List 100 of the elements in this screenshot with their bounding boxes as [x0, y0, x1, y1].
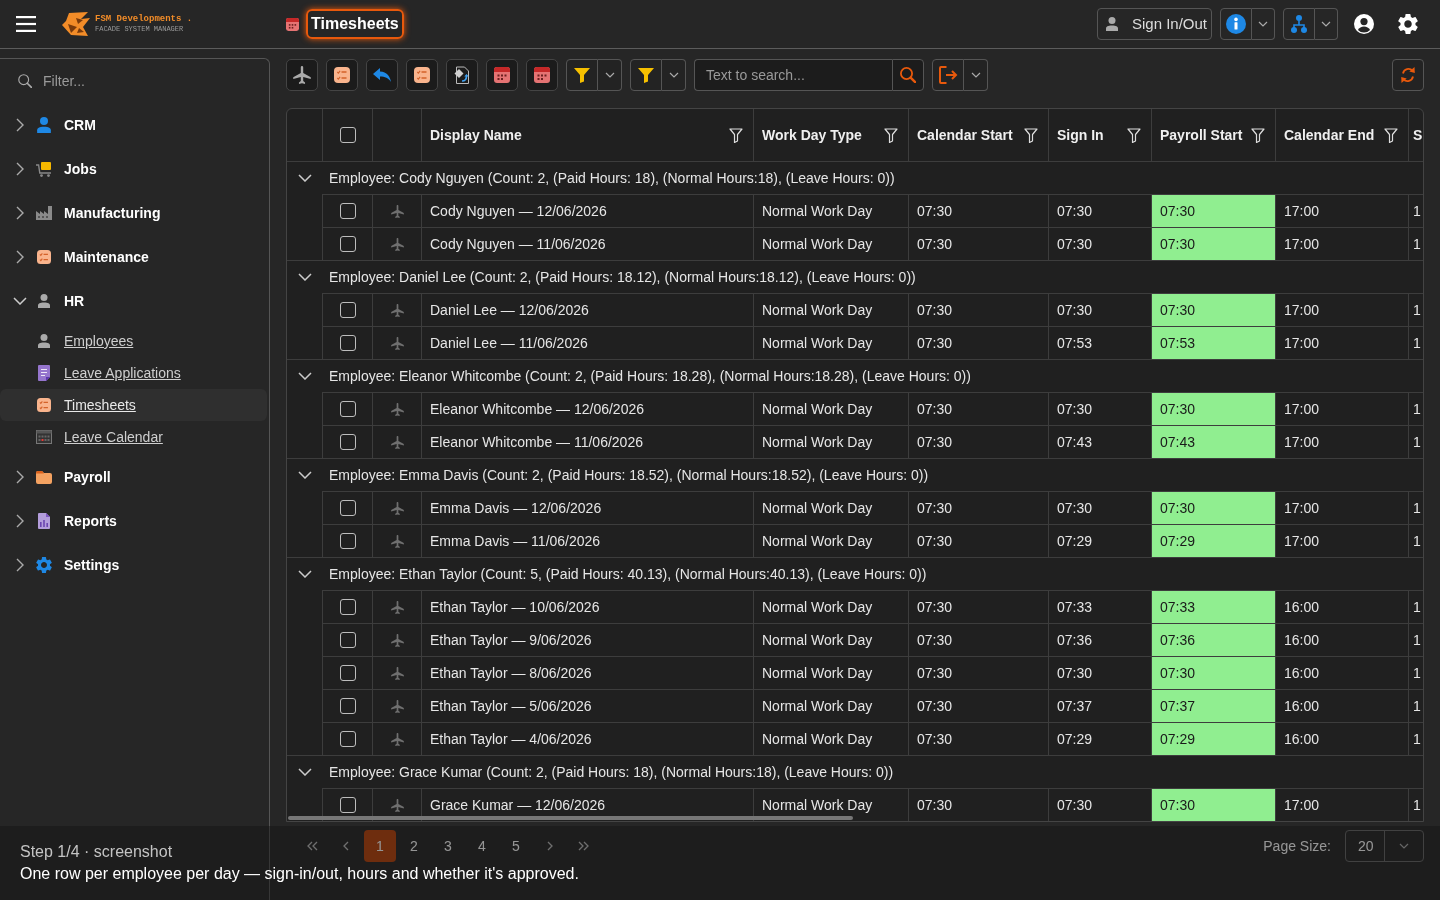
- table-cell-text: 1: [1412, 399, 1422, 419]
- filter-button[interactable]: [566, 59, 598, 91]
- filter-icon[interactable]: [884, 127, 898, 143]
- chevron-down-icon[interactable]: [13, 297, 27, 305]
- chevron-right-icon[interactable]: [16, 558, 24, 572]
- checkbox[interactable]: [339, 698, 356, 714]
- checkbox[interactable]: [339, 335, 356, 351]
- calendar-button[interactable]: [486, 59, 518, 91]
- reply-button[interactable]: [366, 59, 398, 91]
- document-button[interactable]: [446, 59, 478, 91]
- checkbox[interactable]: [339, 236, 356, 252]
- filter-button[interactable]: [630, 59, 662, 91]
- checkbox[interactable]: [339, 203, 356, 219]
- table-cell: 07:30: [909, 525, 1049, 557]
- chevron-right-icon[interactable]: [16, 206, 24, 220]
- chevron-right-icon[interactable]: [16, 118, 24, 132]
- checkbox[interactable]: [339, 797, 356, 813]
- table-cell: 16:00: [1276, 591, 1409, 623]
- sidebar-item[interactable]: Jobs: [0, 147, 269, 191]
- sidebar-item[interactable]: Payroll: [0, 455, 269, 499]
- sidebar-subitem[interactable]: Leave Calendar: [0, 421, 267, 453]
- filter-icon[interactable]: [1024, 127, 1038, 143]
- checkbox[interactable]: [339, 665, 356, 681]
- checkbox[interactable]: [339, 127, 356, 143]
- search-button[interactable]: [892, 59, 924, 91]
- filter-icon[interactable]: [729, 127, 743, 143]
- sidebar-item[interactable]: Reports: [0, 499, 269, 543]
- org-chart-button[interactable]: [1283, 8, 1315, 40]
- refresh-button[interactable]: [1392, 59, 1424, 91]
- table-cell: Cody Nguyen — 11/06/2026: [422, 228, 754, 260]
- menu-icon[interactable]: [16, 16, 36, 32]
- sidebar-item[interactable]: HR: [0, 279, 269, 323]
- sidebar-subitem[interactable]: Employees: [0, 325, 267, 357]
- table-cell-text: 1: [1412, 201, 1422, 221]
- column-header[interactable]: Payroll Start: [1160, 124, 1243, 146]
- sidebar-item[interactable]: Manufacturing: [0, 191, 269, 235]
- next-page-icon[interactable]: [547, 841, 553, 851]
- checkbox[interactable]: [339, 434, 356, 450]
- calendar-button[interactable]: [526, 59, 558, 91]
- column-header[interactable]: S: [1413, 124, 1423, 146]
- checkbox[interactable]: [339, 500, 356, 516]
- airplane-icon: [390, 633, 404, 647]
- sidebar-item[interactable]: Settings: [0, 543, 269, 587]
- sidebar-subitem[interactable]: Leave Applications: [0, 357, 267, 389]
- search-field[interactable]: Text to search...: [694, 59, 892, 91]
- table-cell: 07:53: [1152, 327, 1276, 359]
- chevron-down-icon[interactable]: [298, 372, 312, 380]
- airplane-button[interactable]: [286, 59, 318, 91]
- sidebar-item[interactable]: CRM: [0, 103, 269, 147]
- column-header[interactable]: Calendar Start: [917, 124, 1013, 146]
- checkbox[interactable]: [339, 731, 356, 747]
- page-size-select[interactable]: 20: [1345, 830, 1424, 862]
- scrollbar-thumb[interactable]: [288, 816, 853, 820]
- filter-icon[interactable]: [1251, 127, 1265, 143]
- chevron-right-icon[interactable]: [16, 514, 24, 528]
- account-icon[interactable]: [1354, 14, 1374, 34]
- filter-icon[interactable]: [1127, 127, 1141, 143]
- checkbox[interactable]: [339, 533, 356, 549]
- sign-in-out-button[interactable]: Sign In/Out: [1096, 8, 1212, 40]
- table-cell: Daniel Lee — 11/06/2026: [422, 327, 754, 359]
- checkbox[interactable]: [339, 632, 356, 648]
- sidebar-item[interactable]: Maintenance: [0, 235, 269, 279]
- chevron-down-icon[interactable]: [298, 768, 312, 776]
- page-button[interactable]: 4: [466, 830, 498, 862]
- table-cell-text: 1: [1412, 432, 1422, 452]
- chevron-down-icon[interactable]: [298, 273, 312, 281]
- exit-button[interactable]: [932, 59, 964, 91]
- page-button[interactable]: 2: [398, 830, 430, 862]
- filter-field[interactable]: Filter...: [43, 69, 243, 93]
- page-button[interactable]: 5: [500, 830, 532, 862]
- column-header[interactable]: Work Day Type: [762, 124, 862, 146]
- info-button[interactable]: [1220, 8, 1252, 40]
- chevron-down-icon[interactable]: [298, 174, 312, 182]
- chevron-down-icon[interactable]: [298, 471, 312, 479]
- checklist-button[interactable]: [326, 59, 358, 91]
- settings-icon[interactable]: [1398, 14, 1418, 34]
- column-header[interactable]: Sign In: [1057, 124, 1104, 146]
- table-cell: 17:00: [1276, 294, 1409, 326]
- chevron-right-icon[interactable]: [16, 470, 24, 484]
- person-icon: [38, 294, 50, 308]
- page-button[interactable]: 3: [432, 830, 464, 862]
- table-cell: 07:30: [1152, 195, 1276, 227]
- chevron-down-icon[interactable]: [298, 570, 312, 578]
- table-cell: 07:30: [1152, 492, 1276, 524]
- group-label: Employee: Grace Kumar (Count: 2, (Paid Hours: 18), (Normal Hours:18), (Leave Hours: 0)): [329, 762, 894, 782]
- first-page-icon[interactable]: [306, 841, 318, 851]
- last-page-icon[interactable]: [578, 841, 590, 851]
- checklist-button[interactable]: [406, 59, 438, 91]
- chevron-right-icon[interactable]: [16, 250, 24, 264]
- checkbox[interactable]: [339, 401, 356, 417]
- checkbox[interactable]: [339, 599, 356, 615]
- previous-page-icon[interactable]: [343, 841, 349, 851]
- column-header[interactable]: Display Name: [430, 124, 522, 146]
- filter-icon[interactable]: [1384, 127, 1398, 143]
- chevron-right-icon[interactable]: [16, 162, 24, 176]
- table-cell-text: 1: [1412, 729, 1422, 749]
- checkbox[interactable]: [339, 302, 356, 318]
- airplane-icon: [390, 699, 404, 713]
- column-header[interactable]: Calendar End: [1284, 124, 1375, 146]
- sidebar-subitem[interactable]: Timesheets: [0, 389, 267, 421]
